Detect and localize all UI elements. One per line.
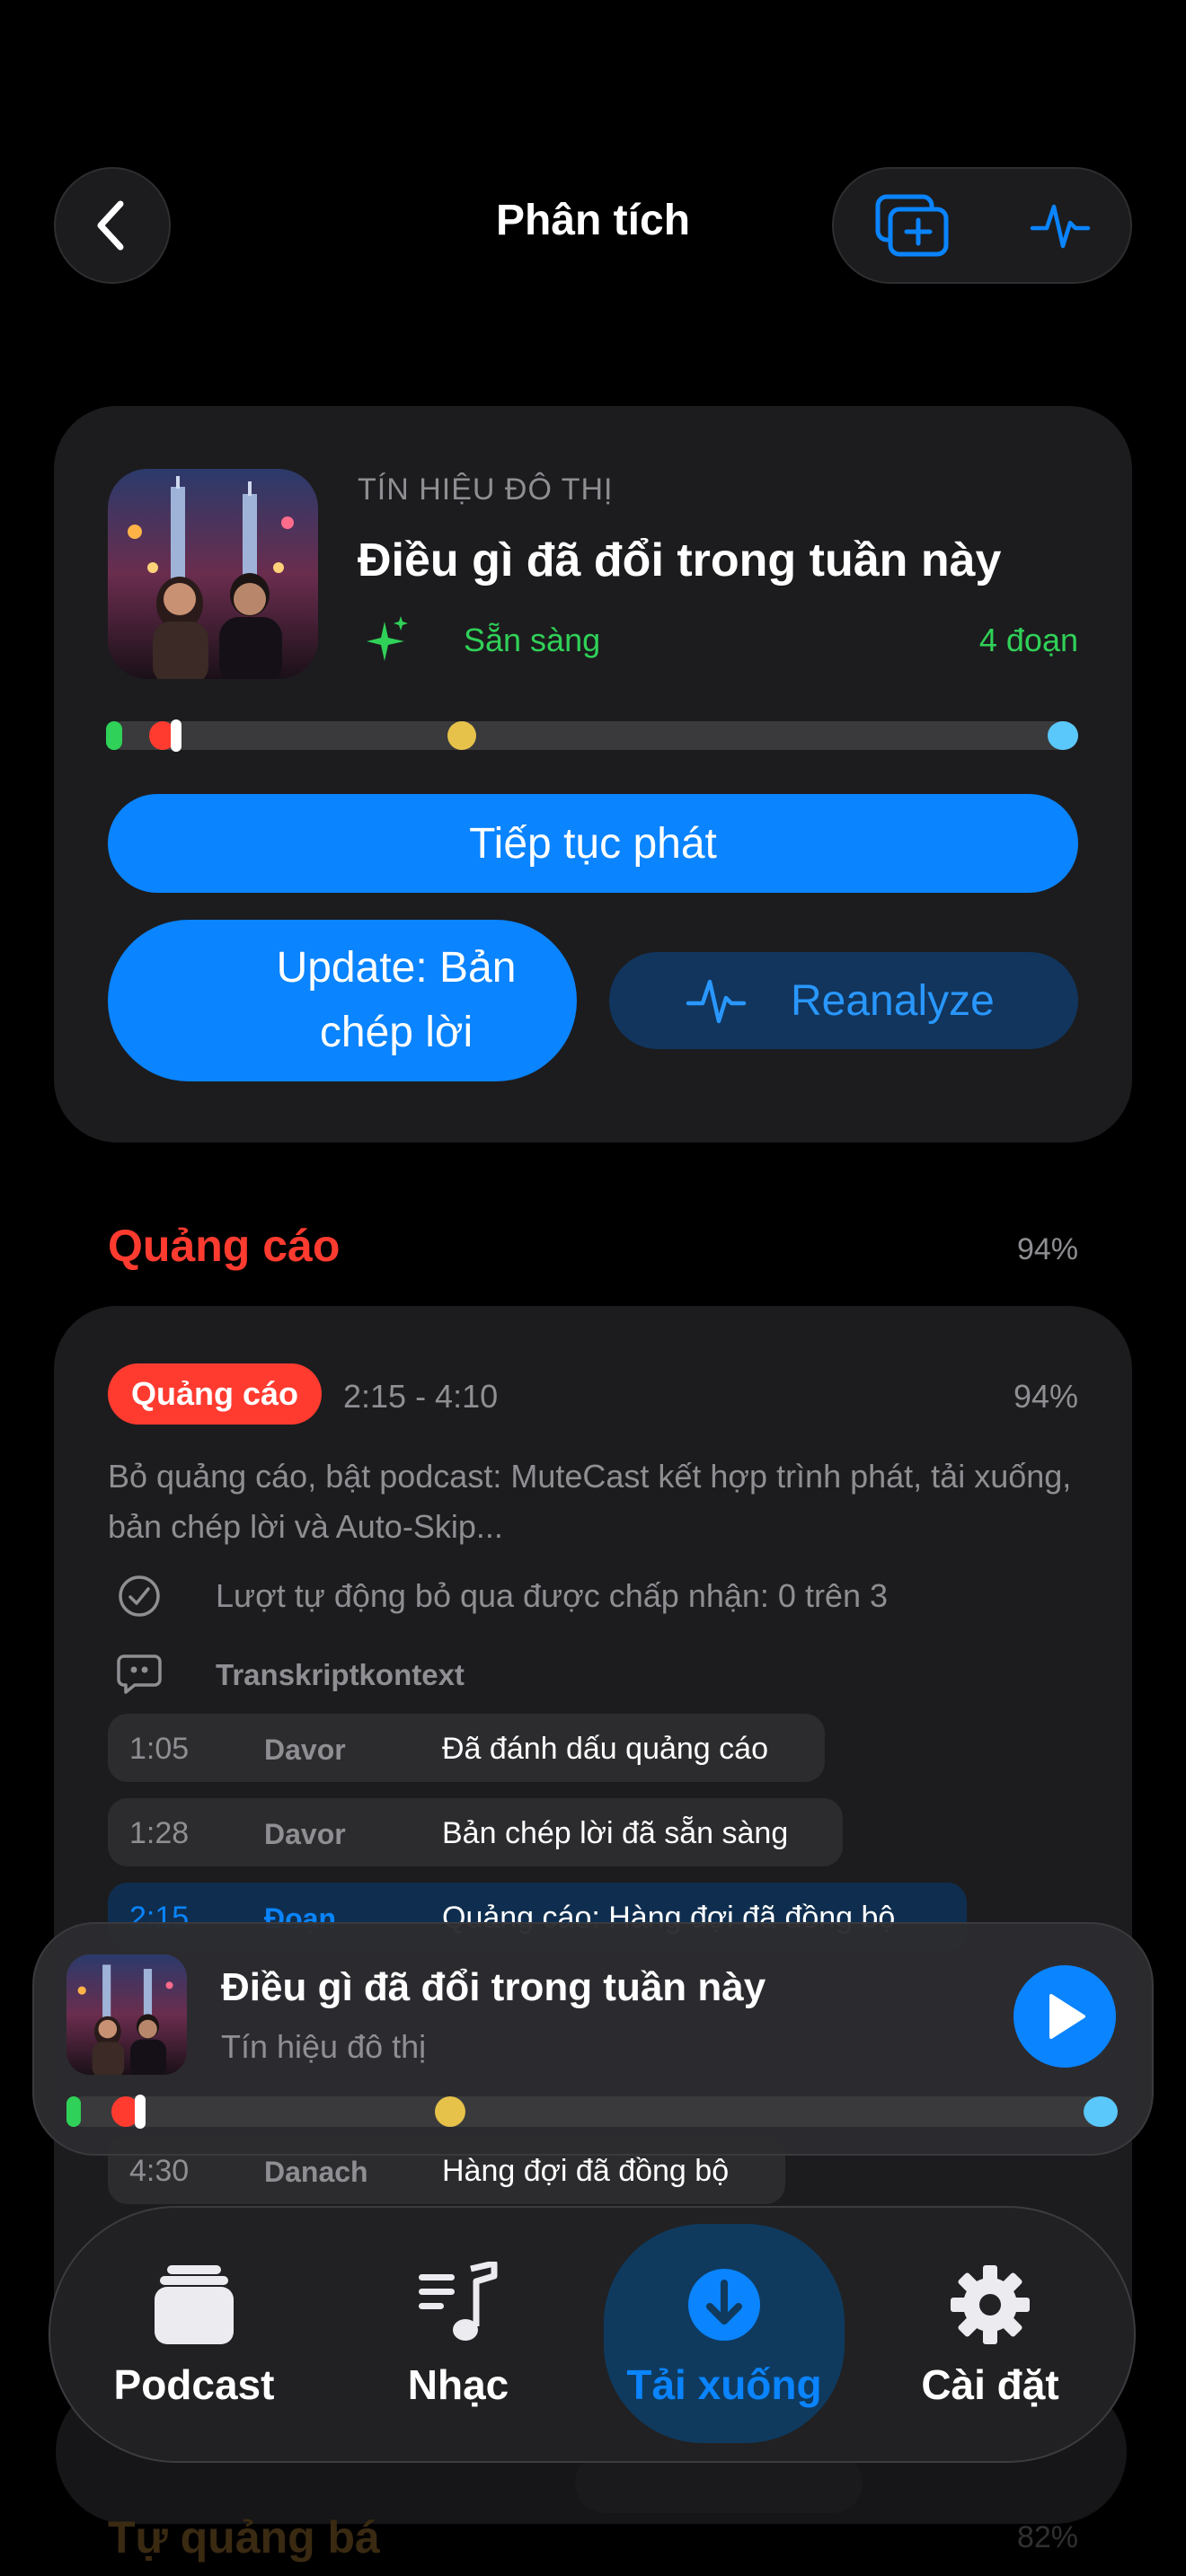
episode-timeline[interactable] [106, 719, 1078, 752]
transcript-line[interactable]: 1:05 Davor Đã đánh dấu quảng cáo [108, 1714, 825, 1782]
sparkles-icon [365, 614, 412, 665]
segment-marker-promo [447, 721, 476, 750]
tab-music[interactable]: Nhạc [338, 2224, 579, 2443]
header-actions [832, 167, 1132, 284]
tab-label: Cài đặt [921, 2361, 1059, 2408]
ready-status: Sẵn sàng [464, 622, 601, 658]
play-icon [1042, 1992, 1087, 2041]
transcript-speaker: Danach [264, 2156, 368, 2188]
transcript-context-label: Transkriptkontext [216, 1658, 465, 1691]
transcript-time: 1:28 [129, 1816, 190, 1850]
segment-count: 4 đoạn [978, 622, 1078, 658]
music-note-icon [415, 2251, 501, 2359]
transcript-line[interactable]: 1:28 Davor Bản chép lời đã sẵn sàng [108, 1798, 843, 1866]
gear-icon [947, 2251, 1033, 2359]
status-row: Sẵn sàng 4 đoạn [358, 611, 1078, 668]
mini-player-artwork [66, 1954, 187, 2075]
tab-podcast[interactable]: Podcast [74, 2224, 314, 2443]
checkmark-circle-icon [117, 1574, 162, 1619]
continue-playing-button[interactable]: Tiếp tục phát [108, 794, 1078, 893]
tab-label: Podcast [113, 2361, 275, 2408]
waveform-icon [685, 969, 748, 1032]
next-section-title: Tự quảng bá [108, 2512, 380, 2563]
tab-label: Nhạc [407, 2361, 509, 2408]
tab-downloads[interactable]: Tải xuống [604, 2224, 845, 2443]
add-to-library-icon [874, 193, 951, 258]
play-button[interactable] [1013, 1965, 1116, 2068]
section-percent: 94% [1016, 1232, 1078, 1266]
transcript-text: Hàng đợi đã đồng bộ [442, 2154, 730, 2188]
segment-marker-promo [435, 2096, 465, 2127]
transcript-time: 4:30 [129, 2154, 190, 2188]
ad-confidence: 94% [1013, 1378, 1078, 1415]
segment-marker-start [106, 721, 122, 750]
segment-marker-end [1084, 2096, 1118, 2127]
transcript-speaker: Davor [264, 1818, 346, 1850]
segment-marker-start [66, 2096, 81, 2127]
mini-player-title: Điều gì đã đổi trong tuần này [221, 1965, 766, 2009]
transcript-time: 1:05 [129, 1732, 190, 1766]
transcript-text: Đã đánh dấu quảng cáo [442, 1732, 768, 1766]
section-title: Quảng cáo [108, 1221, 341, 1271]
mini-player-timeline[interactable] [66, 2095, 1118, 2129]
episode-artwork [108, 469, 318, 679]
next-section-percent: 82% [1016, 2520, 1078, 2554]
download-icon [681, 2251, 767, 2359]
transcript-speaker: Davor [264, 1734, 346, 1766]
auto-skip-stat: Lượt tự động bỏ qua được chấp nhận: 0 tr… [216, 1577, 889, 1614]
episode-title: Điều gì đã đổi trong tuần này [358, 534, 1002, 587]
show-name: TÍN HIỆU ĐÔ THỊ [358, 472, 614, 507]
update-transcript-button[interactable]: Update: Bản chép lời [108, 920, 577, 1081]
update-transcript-label: Update: Bản chép lời [276, 944, 517, 1056]
playhead[interactable] [171, 719, 181, 752]
ad-badge: Quảng cáo [108, 1363, 323, 1425]
waveform-icon [1029, 194, 1092, 257]
ad-description: Bỏ quảng cáo, bật podcast: MuteCast kết … [108, 1458, 1072, 1545]
add-to-library-button[interactable] [850, 169, 976, 282]
transcript-text: Bản chép lời đã sẵn sàng [442, 1816, 789, 1850]
reanalyze-label: Reanalyze [791, 976, 995, 1025]
reanalyze-button[interactable]: Reanalyze [609, 952, 1078, 1049]
analyze-waveform-button[interactable] [997, 169, 1123, 282]
podcast-stack-icon [151, 2251, 237, 2359]
segment-marker-end [1048, 721, 1078, 750]
tab-settings[interactable]: Cài đặt [870, 2224, 1111, 2443]
mini-player-subtitle: Tín hiệu đô thị [221, 2028, 427, 2065]
playhead[interactable] [135, 2095, 146, 2129]
tab-label: Tải xuống [626, 2361, 822, 2408]
ad-time-range: 2:15 - 4:10 [343, 1378, 499, 1415]
quote-bubble-icon [117, 1653, 162, 1696]
